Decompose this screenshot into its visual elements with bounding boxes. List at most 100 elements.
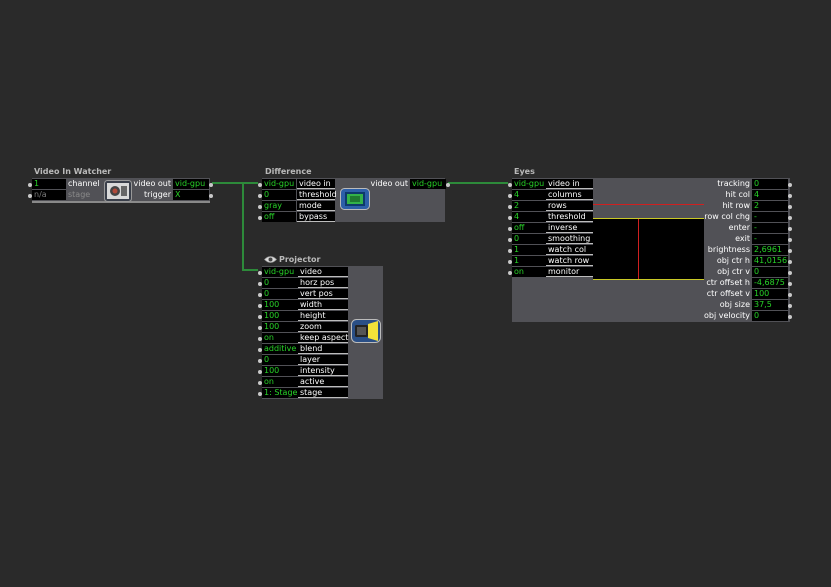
output-port[interactable] [788, 303, 792, 308]
input-value[interactable]: 4 [512, 190, 546, 200]
input-label: video [298, 267, 348, 277]
input-label: rows [546, 201, 593, 211]
output-port[interactable] [788, 292, 792, 297]
actor-title: Projector [279, 255, 321, 264]
output-value: 100 [752, 289, 788, 299]
input-value[interactable]: additive [262, 344, 298, 354]
input-label: watch row [546, 256, 593, 266]
input-label: threshold [546, 212, 593, 222]
input-value[interactable]: 1 [512, 245, 546, 255]
output-label: hit col [725, 190, 751, 199]
input-value[interactable]: on [512, 267, 546, 277]
output-port[interactable] [209, 193, 213, 198]
input-value[interactable]: 100 [262, 366, 298, 376]
video-monitor-preview [593, 218, 704, 280]
projector-icon [351, 319, 381, 345]
actor-title: Video In Watcher [34, 167, 112, 176]
output-port[interactable] [788, 182, 792, 187]
output-value: vid-gpu [173, 179, 209, 189]
output-value: 0 [752, 179, 788, 189]
input-label: layer [298, 355, 348, 365]
output-label: row col chg [704, 212, 750, 221]
input-value[interactable]: 1: Stage [262, 388, 298, 398]
output-label: obj ctr h [716, 256, 750, 265]
output-port[interactable] [788, 215, 792, 220]
input-label: keep aspect [298, 333, 349, 343]
output-port[interactable] [446, 182, 450, 187]
output-label: enter [728, 223, 750, 232]
input-label: stage [68, 190, 91, 199]
input-label: watch col [546, 245, 593, 255]
input-label: inverse [546, 223, 593, 233]
output-port[interactable] [788, 193, 792, 198]
output-port[interactable] [788, 248, 792, 253]
input-value[interactable]: gray [262, 201, 296, 211]
output-label: tracking [717, 179, 750, 188]
watch-col-line [638, 219, 639, 279]
output-value: 2,6961 [752, 245, 788, 255]
input-value[interactable]: vid-gpu [262, 267, 298, 277]
input-label: blend [298, 344, 348, 354]
input-value[interactable]: 2 [512, 201, 546, 211]
video-camera-icon [104, 180, 132, 204]
output-label: trigger [143, 190, 171, 199]
input-value[interactable]: 100 [262, 300, 298, 310]
monitor-icon [340, 188, 370, 212]
input-value[interactable]: 0 [262, 278, 298, 288]
input-value[interactable]: off [512, 223, 546, 233]
input-value[interactable]: on [262, 333, 298, 343]
input-value[interactable]: vid-gpu [262, 179, 296, 189]
input-label: threshold [297, 190, 337, 200]
input-value[interactable]: on [262, 377, 298, 387]
input-label: columns [546, 190, 593, 200]
input-label: mode [297, 201, 335, 211]
output-port[interactable] [788, 270, 792, 275]
input-label: video in [297, 179, 335, 189]
input-value[interactable]: 0 [512, 234, 546, 244]
output-label: video out [133, 179, 172, 188]
output-label: brightness [707, 245, 750, 254]
input-value[interactable]: 0 [262, 355, 298, 365]
output-label: exit [735, 234, 750, 243]
output-value: vid-gpu [410, 179, 446, 189]
output-label: obj velocity [703, 311, 750, 320]
actor-title: Difference [265, 167, 312, 176]
output-value: - [752, 223, 788, 233]
input-label: monitor [546, 267, 593, 277]
input-value[interactable]: 100 [262, 322, 298, 332]
wire-watcher-to-projector [242, 183, 258, 271]
eye-icon[interactable] [264, 255, 277, 266]
output-port[interactable] [788, 281, 792, 286]
output-port[interactable] [788, 259, 792, 264]
input-label: video in [546, 179, 593, 189]
input-label: width [298, 300, 348, 310]
output-value: X [173, 190, 209, 200]
input-value[interactable]: off [262, 212, 296, 222]
output-label: hit row [722, 201, 750, 210]
output-port[interactable] [788, 237, 792, 242]
input-value[interactable]: 0 [262, 289, 298, 299]
input-label: height [298, 311, 348, 321]
input-value[interactable]: 0 [262, 190, 296, 200]
input-value[interactable]: n/a [32, 190, 66, 200]
input-value[interactable]: 1 [32, 179, 66, 189]
output-port[interactable] [788, 204, 792, 209]
output-port[interactable] [788, 226, 792, 231]
input-value[interactable]: 1 [512, 256, 546, 266]
output-value: 4 [752, 190, 788, 200]
output-port[interactable] [788, 314, 792, 319]
output-label: ctr offset h [706, 278, 750, 287]
input-value[interactable]: 100 [262, 311, 298, 321]
output-value: 41,0156 [752, 256, 788, 266]
output-value: 0 [752, 267, 788, 277]
actor-title: Eyes [514, 167, 535, 176]
output-value: 2 [752, 201, 788, 211]
output-value: - [752, 212, 788, 222]
output-port[interactable] [209, 182, 213, 187]
input-value[interactable]: vid-gpu [512, 179, 546, 189]
input-value[interactable]: 4 [512, 212, 546, 222]
input-label: bypass [297, 212, 335, 222]
input-label: intensity [298, 366, 348, 376]
output-label: video out [370, 179, 409, 188]
output-value: 37,5 [752, 300, 788, 310]
